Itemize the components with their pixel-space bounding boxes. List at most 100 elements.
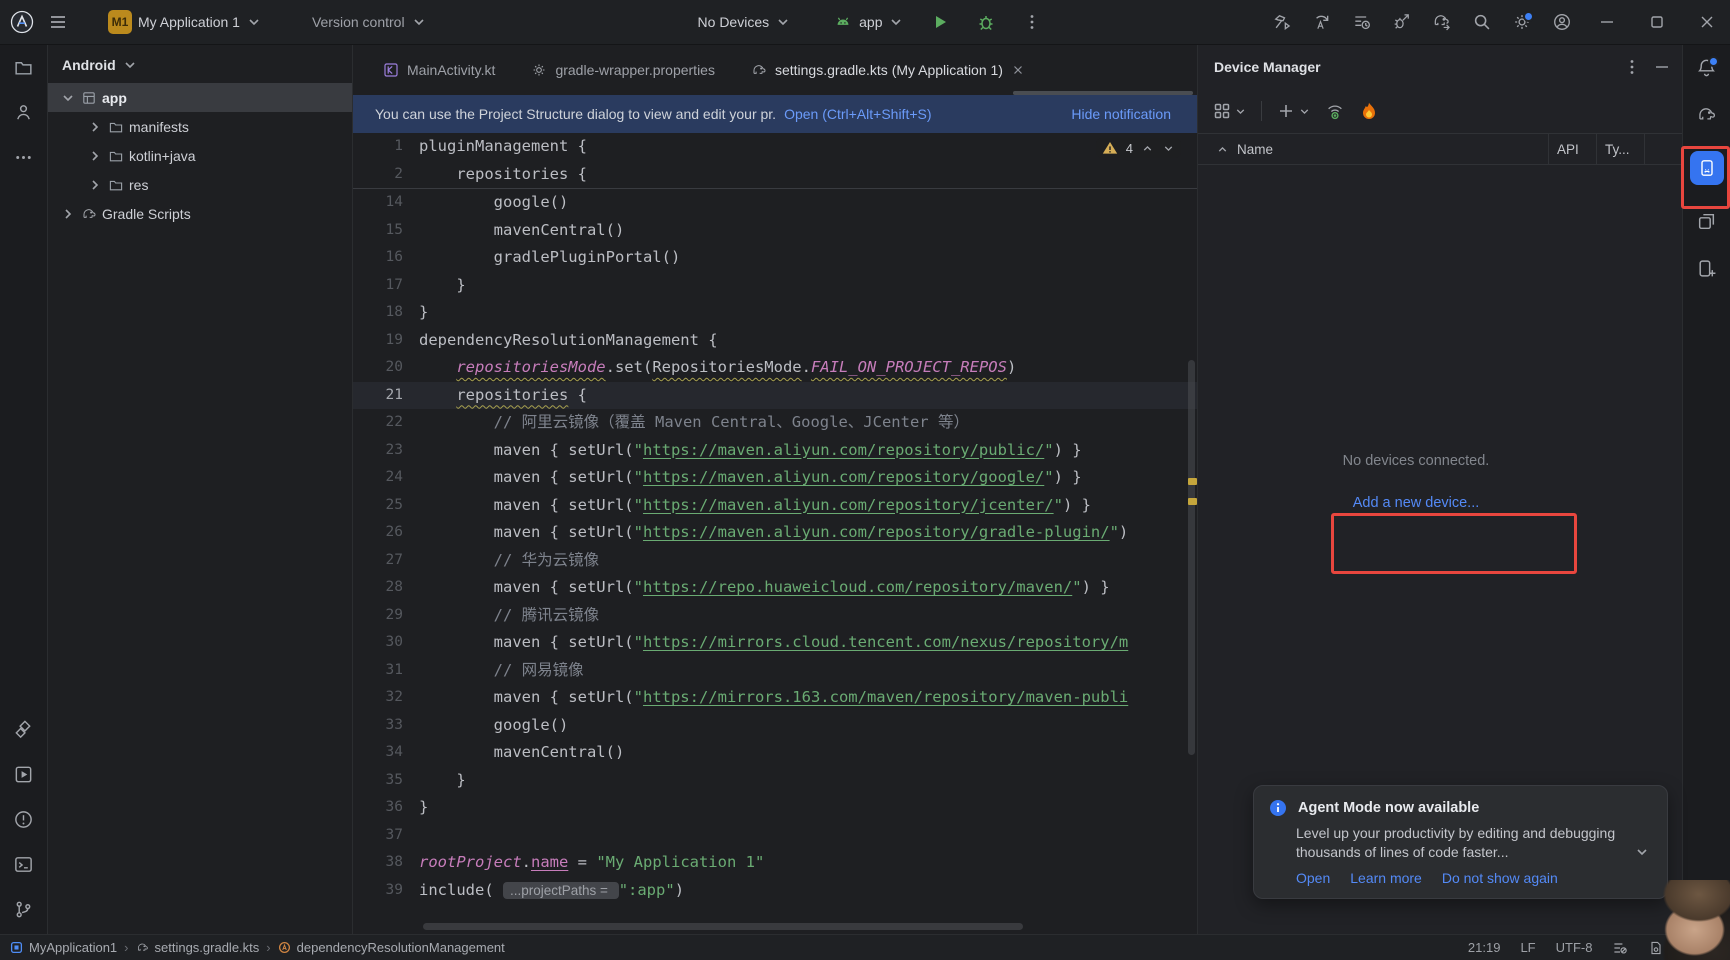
code-line[interactable]: 15 mavenCentral() [353,217,1197,245]
breadcrumb-item[interactable]: settings.gradle.kts [136,940,260,955]
debug-button[interactable] [968,6,1004,38]
notification-dismiss-link[interactable]: Do not show again [1442,870,1558,886]
panel-options-icon[interactable] [1622,57,1642,77]
tab-settings.gradle.kts[interactable]: settings.gradle.kts (My Application 1) [735,45,1041,95]
previous-problem-icon[interactable] [1141,142,1154,155]
tabs-scrollbar[interactable] [1013,91,1193,95]
column-type[interactable]: Ty... [1596,134,1644,164]
warning-stripe-mark[interactable] [1188,478,1197,485]
project-view-selector[interactable]: Android [48,45,352,81]
code-line[interactable]: 27 // 华为云镜像 [353,547,1197,575]
editor-vertical-scrollbar[interactable] [1188,360,1195,755]
tab-gradle-wrapper.properties[interactable]: gradle-wrapper.properties [515,45,731,95]
tree-item-app[interactable]: app [48,83,352,112]
maximize-button[interactable] [1634,0,1680,44]
code-line[interactable]: 19dependencyResolutionManagement { [353,327,1197,355]
run-configuration-selector[interactable]: app [825,6,912,38]
code-line[interactable]: 34 mavenCentral() [353,739,1197,767]
more-tool-windows-icon[interactable] [13,147,34,168]
code-line[interactable]: 30 maven { setUrl("https://mirrors.cloud… [353,629,1197,657]
device-explorer-icon[interactable] [1696,258,1717,279]
file-encoding[interactable]: UTF-8 [1556,940,1593,955]
device-manager-tool-button[interactable] [1690,151,1724,185]
terminal-icon[interactable] [13,854,34,875]
view-mode-button[interactable] [1212,101,1247,121]
project-widget[interactable]: M1 My Application 1 [100,4,270,40]
code-line[interactable]: 37 [353,822,1197,850]
hide-panel-icon[interactable] [1652,57,1672,77]
code-line[interactable]: 1pluginManagement { [353,133,1197,161]
code-line[interactable]: 16 gradlePluginPortal() [353,244,1197,272]
banner-hide-link[interactable]: Hide notification [1071,106,1171,122]
device-selector[interactable]: No Devices [690,8,800,36]
version-control-icon[interactable] [13,899,34,920]
settings-button[interactable] [1504,6,1540,38]
code-line[interactable]: 38rootProject.name = "My Application 1" [353,849,1197,877]
main-menu-button[interactable] [40,6,76,38]
code-line[interactable]: 2 repositories { [353,161,1197,189]
vcs-widget[interactable]: Version control [304,8,435,36]
attach-debugger-button[interactable] [1384,6,1420,38]
minimize-button[interactable] [1584,0,1630,44]
profile-button[interactable] [1544,6,1580,38]
notification-open-link[interactable]: Open [1296,870,1330,886]
banner-open-link[interactable]: Open (Ctrl+Alt+Shift+S) [784,106,931,122]
gradle-tool-icon[interactable] [1696,104,1717,125]
code-line[interactable]: 21 repositories { [353,382,1197,410]
notifications-bell-icon[interactable] [1696,57,1717,78]
code-line[interactable]: 33 google() [353,712,1197,740]
code-line[interactable]: 20 repositoriesMode.set(RepositoriesMode… [353,354,1197,382]
gradle-sync-button[interactable] [1424,6,1460,38]
column-name[interactable]: Name [1198,142,1548,157]
tree-item-gradle-scripts[interactable]: Gradle Scripts [48,199,352,228]
add-new-device-link[interactable]: Add a new device... [1353,495,1480,511]
add-device-button[interactable] [1276,101,1311,121]
close-button[interactable] [1684,0,1730,44]
code-line[interactable]: 18} [353,299,1197,327]
line-ending[interactable]: LF [1520,940,1535,955]
more-run-options-button[interactable] [1014,6,1050,38]
breadcrumb-item[interactable]: dependencyResolutionManagement [278,940,505,955]
commit-tool-icon[interactable] [13,102,34,123]
tree-item-kotlin-java[interactable]: kotlin+java [48,141,352,170]
device-mirroring-icon[interactable] [1696,211,1717,232]
run-button[interactable] [922,6,958,38]
firebase-icon[interactable] [1359,101,1379,121]
code-line[interactable]: 31 // 网易镜像 [353,657,1197,685]
column-api[interactable]: API [1548,134,1596,164]
code-editor[interactable]: 1pluginManagement {2 repositories { 14 g… [353,133,1197,934]
warning-stripe-mark[interactable] [1188,498,1197,505]
code-line[interactable]: 35 } [353,767,1197,795]
caret-position[interactable]: 21:19 [1468,940,1501,955]
editor-horizontal-scrollbar[interactable] [423,923,1023,930]
tree-item-res[interactable]: res [48,170,352,199]
profiler-button[interactable] [1344,6,1380,38]
close-tab-icon[interactable] [1011,63,1025,77]
tree-item-manifests[interactable]: manifests [48,112,352,141]
code-line[interactable]: 25 maven { setUrl("https://maven.aliyun.… [353,492,1197,520]
running-devices-icon[interactable] [13,764,34,785]
code-line[interactable]: 23 maven { setUrl("https://maven.aliyun.… [353,437,1197,465]
inspection-widget[interactable]: 4 [1096,138,1181,158]
build-variants-icon[interactable] [13,719,34,740]
code-line[interactable]: 39include( ...projectPaths = ":app") [353,877,1197,905]
code-line[interactable]: 22 // 阿里云镜像（覆盖 Maven Central、Google、JCen… [353,409,1197,437]
code-line[interactable]: 24 maven { setUrl("https://maven.aliyun.… [353,464,1197,492]
build-button[interactable] [1264,6,1300,38]
breadcrumb-item[interactable]: MyApplication1 [10,940,117,955]
code-line[interactable]: 14 google() [353,189,1197,217]
code-line[interactable]: 28 maven { setUrl("https://repo.huaweicl… [353,574,1197,602]
code-line[interactable]: 29 // 腾讯云镜像 [353,602,1197,630]
code-line[interactable]: 36} [353,794,1197,822]
next-problem-icon[interactable] [1162,142,1175,155]
tab-mainactivity.kt[interactable]: MainActivity.kt [367,45,511,95]
sync-button[interactable] [1304,6,1340,38]
code-line[interactable]: 26 maven { setUrl("https://maven.aliyun.… [353,519,1197,547]
problems-icon[interactable] [13,809,34,830]
search-everywhere-button[interactable] [1464,6,1500,38]
project-tool-icon[interactable] [13,57,34,78]
code-line[interactable]: 32 maven { setUrl("https://mirrors.163.c… [353,684,1197,712]
pair-over-wifi-icon[interactable] [1325,101,1345,121]
code-line[interactable]: 17 } [353,272,1197,300]
expand-notification-icon[interactable] [1634,844,1650,860]
